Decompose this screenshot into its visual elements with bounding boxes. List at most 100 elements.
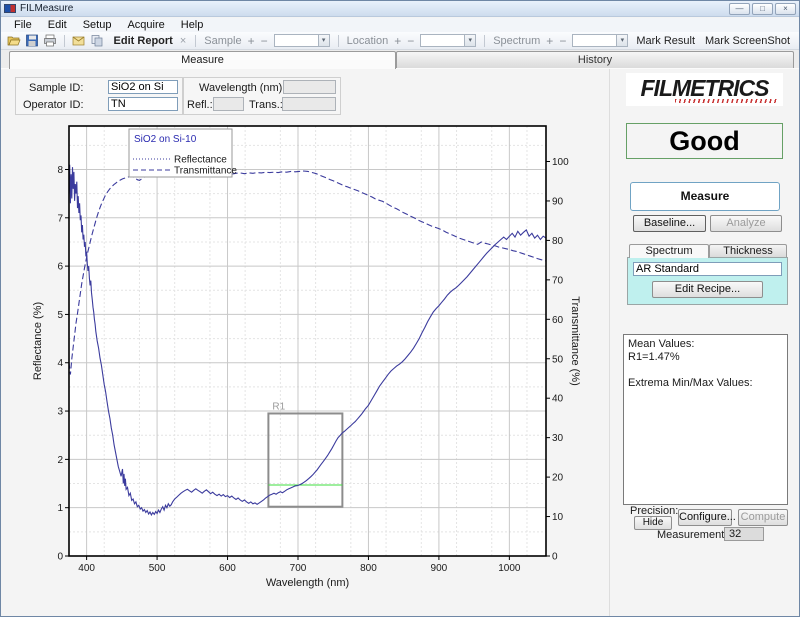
operator-id-field[interactable]	[108, 97, 178, 111]
svg-text:1: 1	[57, 503, 63, 514]
logo-hatch	[675, 99, 779, 103]
measurement-number-label: Measurement #	[657, 529, 733, 541]
location-select[interactable]: ▾	[420, 34, 476, 47]
spectrum-chart[interactable]: R101234567801020304050607080901004005006…	[21, 119, 606, 601]
svg-text:Transmittance: Transmittance	[174, 166, 237, 177]
app-icon	[4, 4, 16, 13]
logo-text: FILMETRICS	[641, 77, 769, 99]
svg-text:50: 50	[552, 354, 564, 365]
open-folder-icon[interactable]	[7, 34, 21, 47]
svg-text:5: 5	[57, 310, 63, 321]
copy-icon[interactable]	[90, 34, 104, 47]
svg-text:Reflectance (%): Reflectance (%)	[32, 302, 44, 380]
trans-label: Trans.:	[249, 99, 283, 111]
app-window: FILMeasure — □ × File Edit Setup Acquire…	[0, 0, 800, 617]
refl-readout	[213, 97, 244, 111]
minimize-button[interactable]: —	[729, 3, 750, 15]
svg-text:60: 60	[552, 315, 564, 326]
operator-id-label: Operator ID:	[23, 99, 84, 111]
sample-select[interactable]: ▾	[274, 34, 330, 47]
svg-text:0: 0	[552, 552, 558, 563]
results-box: Mean Values: R1=1.47% Extrema Min/Max Va…	[623, 334, 788, 505]
tab-measure[interactable]: Measure	[9, 51, 396, 69]
toolbar: Edit Report × Sample + − ▾ Location + − …	[1, 32, 799, 50]
location-label: Location	[347, 35, 389, 47]
filmetrics-logo: FILMETRICS	[626, 73, 783, 106]
menu-acquire[interactable]: Acquire	[120, 19, 171, 31]
svg-text:8: 8	[57, 165, 63, 176]
panel-divider	[609, 69, 610, 617]
status-indicator: Good	[626, 123, 783, 159]
mark-screenshot-button[interactable]: Mark ScreenShot	[705, 35, 790, 47]
edit-recipe-button[interactable]: Edit Recipe...	[652, 281, 763, 298]
svg-text:700: 700	[290, 563, 307, 574]
location-add-button[interactable]: +	[394, 34, 401, 48]
svg-text:6: 6	[57, 262, 63, 273]
svg-text:500: 500	[149, 563, 166, 574]
tab-spectrum[interactable]: Spectrum	[629, 244, 709, 258]
send-report-icon[interactable]	[72, 34, 86, 47]
measurement-number-value: 32	[724, 527, 764, 541]
compute-button[interactable]: Compute	[738, 509, 788, 526]
close-button[interactable]: ×	[775, 3, 796, 15]
analyze-button[interactable]: Analyze	[710, 215, 782, 232]
menu-help[interactable]: Help	[174, 19, 211, 31]
mark-result-button[interactable]: Mark Result	[636, 35, 695, 47]
svg-text:400: 400	[78, 563, 95, 574]
chevron-down-icon[interactable]: ▾	[464, 35, 475, 46]
window-title: FILMeasure	[20, 3, 73, 14]
menu-setup[interactable]: Setup	[76, 19, 119, 31]
spectrum-add-button[interactable]: +	[546, 34, 553, 48]
svg-text:0: 0	[57, 552, 63, 563]
sample-remove-button[interactable]: −	[261, 34, 268, 48]
svg-text:70: 70	[552, 275, 564, 286]
trans-readout	[282, 97, 336, 111]
svg-text:R1: R1	[272, 401, 285, 412]
menu-file[interactable]: File	[7, 19, 39, 31]
svg-text:1000: 1000	[498, 563, 521, 574]
svg-text:800: 800	[360, 563, 377, 574]
sample-id-field[interactable]	[108, 80, 178, 94]
svg-text:Wavelength (nm): Wavelength (nm)	[266, 577, 349, 589]
svg-text:30: 30	[552, 433, 564, 444]
menu-edit[interactable]: Edit	[41, 19, 74, 31]
svg-text:900: 900	[431, 563, 448, 574]
spectrum-remove-button[interactable]: −	[559, 34, 566, 48]
location-remove-button[interactable]: −	[407, 34, 414, 48]
save-icon[interactable]	[25, 34, 39, 47]
svg-text:90: 90	[552, 196, 564, 207]
spectrum-select[interactable]: ▾	[572, 34, 628, 47]
sample-id-label: Sample ID:	[29, 82, 83, 94]
refl-label: Refl.:	[187, 99, 213, 111]
tab-history[interactable]: History	[396, 51, 794, 69]
svg-text:Transmittance (%): Transmittance (%)	[569, 296, 581, 385]
svg-text:SiO2 on Si-10: SiO2 on Si-10	[134, 134, 197, 145]
svg-text:100: 100	[552, 157, 569, 168]
configure-button[interactable]: Configure...	[678, 509, 732, 526]
svg-text:40: 40	[552, 394, 564, 405]
svg-text:10: 10	[552, 512, 564, 523]
measure-button[interactable]: Measure	[630, 182, 780, 211]
hide-button[interactable]: Hide	[634, 516, 672, 530]
sample-add-button[interactable]: +	[248, 34, 255, 48]
svg-text:Reflectance: Reflectance	[174, 155, 227, 166]
menu-bar: File Edit Setup Acquire Help	[1, 18, 799, 32]
svg-text:20: 20	[552, 473, 564, 484]
chevron-down-icon[interactable]: ▾	[318, 35, 329, 46]
wavelength-label: Wavelength (nm):	[199, 82, 285, 94]
tab-thickness[interactable]: Thickness	[709, 244, 787, 258]
chevron-down-icon[interactable]: ▾	[616, 35, 627, 46]
svg-text:2: 2	[57, 455, 63, 466]
edit-report-close-icon[interactable]: ×	[180, 35, 186, 47]
svg-text:600: 600	[219, 563, 236, 574]
svg-text:7: 7	[57, 213, 63, 224]
toolbar-separator	[64, 35, 65, 47]
edit-report-button[interactable]: Edit Report	[114, 35, 173, 47]
sample-label: Sample	[204, 35, 241, 47]
title-bar[interactable]: FILMeasure — □ ×	[1, 1, 799, 17]
recipe-name-field[interactable]	[633, 262, 782, 276]
maximize-button[interactable]: □	[752, 3, 773, 15]
print-icon[interactable]	[43, 34, 57, 47]
baseline-button[interactable]: Baseline...	[633, 215, 706, 232]
svg-text:3: 3	[57, 407, 63, 418]
